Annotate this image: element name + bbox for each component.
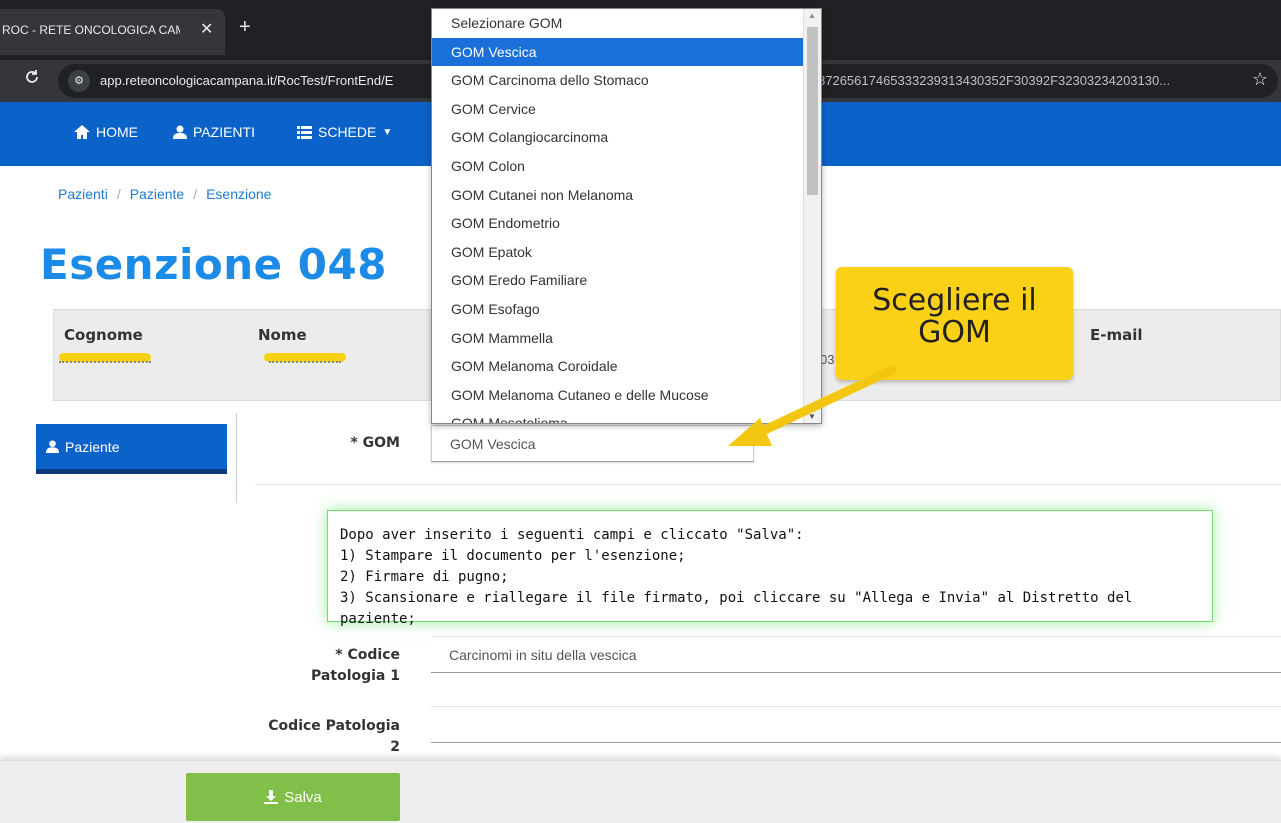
breadcrumb-exemption: Esenzione [206,186,272,202]
nav-forms[interactable]: SCHEDE ▼ [297,124,392,140]
nav-patients[interactable]: PAZIENTI [173,124,255,140]
reload-icon[interactable] [24,69,40,90]
gom-option[interactable]: GOM Mammella [432,324,804,353]
pathology-code-2-label: Codice Patologia 2 [268,718,400,755]
dropdown-scrollbar[interactable]: ▲ ▼ [803,9,821,423]
download-icon [264,790,279,804]
url-text: app.reteoncologicacampana.it/RocTest/Fro… [100,73,394,88]
nav-forms-label: SCHEDE [318,124,377,140]
gom-option[interactable]: GOM Melanoma Cutaneo e delle Mucose [432,381,804,410]
site-info-icon[interactable]: ⚙ [68,70,90,92]
annotation-callout: Scegliere il GOM [836,267,1073,380]
scroll-down-icon[interactable]: ▼ [808,412,816,421]
callout-line: Scegliere il [872,283,1037,318]
save-button[interactable]: Salva [186,773,400,821]
gom-option[interactable]: GOM Melanoma Coroidale [432,352,804,381]
nav-home[interactable]: HOME [74,124,138,140]
user-icon [173,125,187,139]
url-text-tail: 87265617465333239313430352F30392F3230323… [818,73,1171,88]
nav-home-label: HOME [96,124,138,140]
scrollbar-thumb[interactable] [807,27,818,195]
caret-down-icon: ▼ [382,126,393,138]
divider [255,484,1281,485]
divider [236,413,237,503]
gom-option[interactable]: GOM Mesotelioma [432,409,804,423]
footer-bar: Salva [0,760,1281,823]
pathology-code-1-field[interactable]: Carcinomi in situ della vescica [431,636,1281,673]
tab-close-icon[interactable]: ✕ [200,19,213,39]
breadcrumb-patient[interactable]: Paziente [130,186,184,202]
gom-select[interactable]: GOM Vescica ⌄ [431,425,754,462]
gom-option[interactable]: GOM Epatok [432,238,804,267]
browser-tab[interactable]: ROC - RETE ONCOLOGICA CAM ✕ [0,9,225,55]
instruction-line: 3) Scansionare e riallegare il file firm… [340,590,1133,627]
list-icon [297,125,312,139]
gom-option[interactable]: Selezionare GOM [432,9,804,38]
partial-value: 03 [820,352,835,367]
save-button-label: Salva [284,788,322,806]
user-icon [46,440,59,453]
page-title: Esenzione 048 [40,240,387,289]
gom-select-value: GOM Vescica [450,436,536,452]
instruction-line: 2) Firmare di pugno; [340,569,509,585]
gom-option-selected[interactable]: GOM Vescica [432,37,804,67]
redacted-surname [59,361,151,366]
gom-option[interactable]: GOM Carcinoma dello Stomaco [432,66,804,95]
instructions-box: Dopo aver inserito i seguenti campi e cl… [327,510,1213,627]
chevron-down-icon: ⌄ [736,435,747,449]
sidebar-item-label: Paziente [65,438,120,455]
email-header: E-mail [1090,326,1143,344]
gom-dropdown-list[interactable]: Selezionare GOM GOM Vescica GOM Carcinom… [431,8,822,424]
new-tab-button[interactable]: + [239,16,251,39]
nav-patients-label: PAZIENTI [193,124,255,140]
instruction-line: Dopo aver inserito i seguenti campi e cl… [340,527,804,543]
home-icon [74,125,90,139]
gom-option[interactable]: GOM Colon [432,152,804,181]
instruction-line: 1) Stampare il documento per l'esenzione… [340,548,686,564]
name-header: Nome [258,326,307,344]
breadcrumb: Pazienti / Paziente / Esenzione [58,186,272,202]
scroll-up-icon[interactable]: ▲ [808,11,816,20]
callout-line: GOM [918,315,991,350]
pathology-code-2-field[interactable] [431,706,1281,743]
gom-option[interactable]: GOM Esofago [432,295,804,324]
tab-title: ROC - RETE ONCOLOGICA CAM [2,23,180,37]
pathology-code-1-value: Carcinomi in situ della vescica [449,647,637,663]
gom-option[interactable]: GOM Endometrio [432,209,804,238]
bookmark-star-icon[interactable]: ☆ [1252,69,1268,90]
gom-label: * GOM [350,435,400,451]
gom-option[interactable]: GOM Cervice [432,95,804,124]
sidebar-item-patient[interactable]: Paziente [36,424,227,474]
gom-option[interactable]: GOM Colangiocarcinoma [432,123,804,152]
breadcrumb-patients[interactable]: Pazienti [58,186,108,202]
redacted-name [269,361,341,366]
surname-header: Cognome [64,326,143,344]
gom-option[interactable]: GOM Eredo Familiare [432,266,804,295]
pathology-code-1-label: * Codice Patologia 1 [311,647,400,684]
gom-option[interactable]: GOM Cutanei non Melanoma [432,181,804,210]
